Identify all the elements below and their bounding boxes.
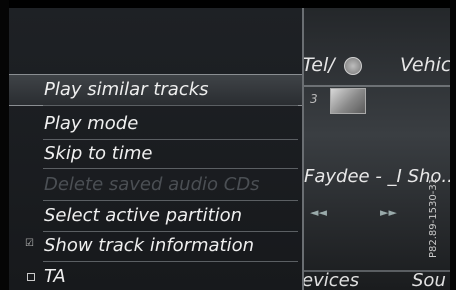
menu-item-ta[interactable]: TA bbox=[9, 262, 302, 290]
rewind-icon: ◄◄ bbox=[310, 206, 327, 219]
menu-item-play-similar-tracks[interactable]: Play similar tracks bbox=[9, 74, 302, 106]
menu-item-select-active-partition[interactable]: Select active partition bbox=[9, 201, 302, 231]
devices-label: evices bbox=[302, 270, 360, 290]
background-tabs: Tel/ Vehic bbox=[302, 50, 450, 84]
separator bbox=[43, 105, 298, 106]
frame-left bbox=[0, 0, 9, 290]
options-menu: Play similar tracks Play mode Skip to ti… bbox=[9, 8, 304, 290]
menu-item-play-mode[interactable]: Play mode bbox=[9, 109, 302, 139]
frame-top bbox=[0, 0, 456, 8]
tab-vehicle: Vehic bbox=[400, 54, 450, 76]
menu-item-delete-saved-audio-cds: Delete saved audio CDs bbox=[44, 174, 260, 195]
album-cover bbox=[330, 88, 366, 114]
screen: Tel/ Vehic 3 Faydee - _I Sho.. ◄◄ ►► evi… bbox=[0, 0, 456, 290]
checkmark-icon: ☑ bbox=[25, 238, 34, 249]
separator bbox=[43, 168, 298, 169]
track-number: 3 bbox=[310, 92, 318, 106]
background-divider bbox=[302, 85, 450, 87]
tab-tel: Tel/ bbox=[302, 54, 335, 76]
globe-icon bbox=[344, 57, 362, 75]
fast-forward-icon: ►► bbox=[380, 206, 397, 219]
image-code: P82.89-1530-31 bbox=[428, 177, 439, 258]
frame-right bbox=[450, 0, 456, 290]
checkbox-icon bbox=[27, 273, 35, 281]
sound-label: Sou bbox=[412, 270, 446, 290]
menu-item-show-track-information[interactable]: ☑ Show track information bbox=[9, 231, 302, 261]
menu-item-skip-to-time[interactable]: Skip to time bbox=[9, 139, 302, 169]
media-background: Tel/ Vehic 3 Faydee - _I Sho.. ◄◄ ►► evi… bbox=[302, 8, 450, 290]
